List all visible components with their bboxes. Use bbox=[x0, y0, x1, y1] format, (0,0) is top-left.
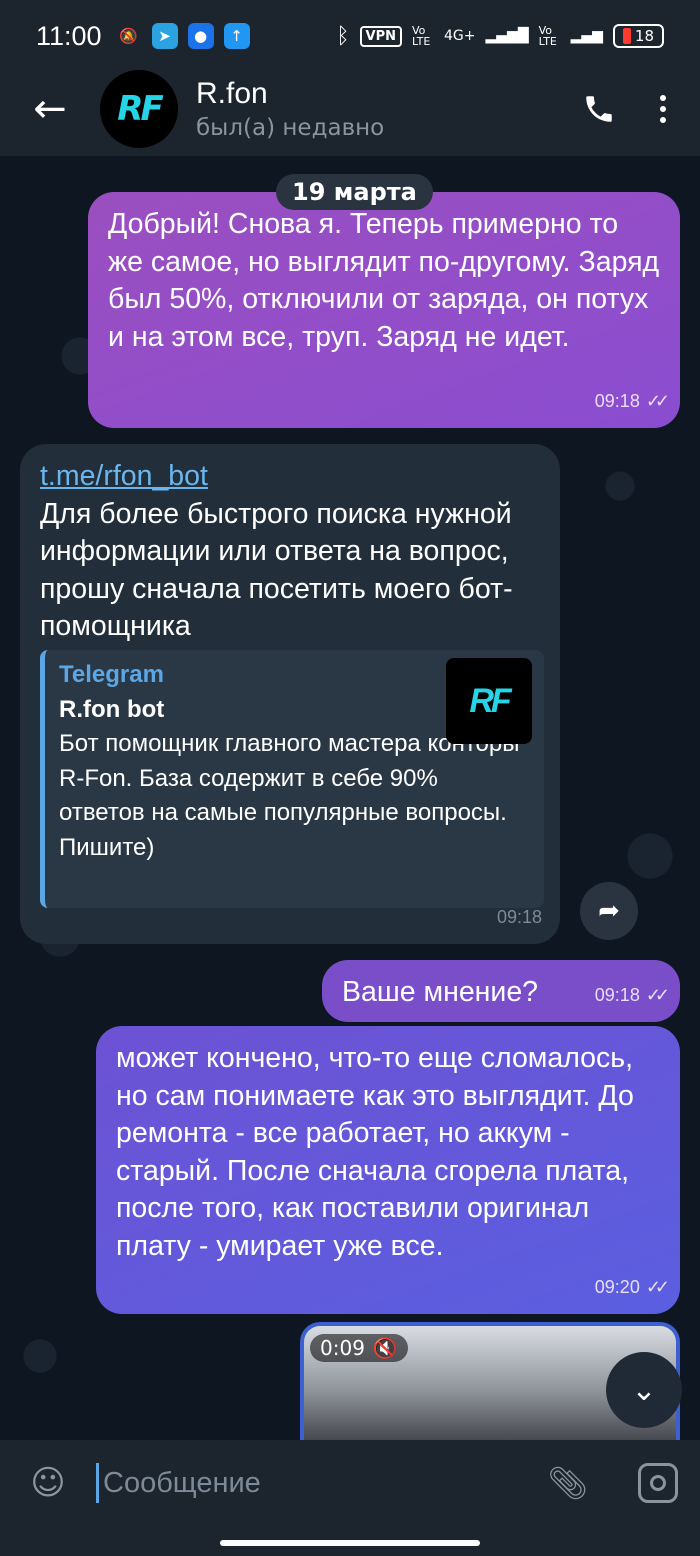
read-checkmarks-icon: ✓✓ bbox=[645, 390, 670, 411]
contact-info[interactable]: R.fon был(а) недавно bbox=[196, 77, 384, 141]
outgoing-message[interactable]: может кончено, что-то еще сломалось, но … bbox=[96, 1026, 680, 1314]
attach-paperclip-icon[interactable]: 📎︎ bbox=[547, 1464, 588, 1502]
avatar[interactable]: RF bbox=[100, 70, 178, 148]
message-meta: 09:20 ✓✓ bbox=[594, 1269, 670, 1307]
vpn-badge: VPN bbox=[359, 25, 403, 47]
emoji-icon[interactable]: ☺ bbox=[0, 1463, 96, 1503]
read-checkmarks-icon: ✓✓ bbox=[645, 1276, 670, 1297]
system-nav-bar bbox=[0, 1526, 700, 1556]
composer: ☺ 📎︎ bbox=[0, 1440, 700, 1526]
scroll-down-button[interactable]: ⌄ bbox=[606, 1352, 682, 1428]
message-time: 09:18 bbox=[496, 906, 542, 927]
message-time: 09:18 bbox=[594, 984, 640, 1005]
phone-icon[interactable] bbox=[582, 92, 616, 126]
battery-percent: 18 bbox=[634, 27, 654, 45]
preview-description: Бот помощник главного мастера конторы R-… bbox=[59, 730, 520, 861]
contact-name: R.fon bbox=[196, 77, 268, 110]
message-text: Ваше мнение? bbox=[342, 976, 539, 1008]
signal-icon: ▂▄▆█ bbox=[485, 28, 529, 44]
messages-icon: ● bbox=[187, 23, 214, 49]
signal-icon-2: ▂▄▆ bbox=[570, 28, 603, 44]
outgoing-message[interactable]: Ваше мнение? 09:18 ✓✓ bbox=[322, 960, 680, 1022]
video-duration-badge[interactable]: 0:09 🔇 bbox=[310, 1334, 408, 1362]
battery-level bbox=[622, 28, 631, 44]
message-text: Для более быстрого поиска нужной информа… bbox=[40, 497, 513, 643]
message-text: Добрый! Снова я. Теперь примерно то же с… bbox=[108, 208, 660, 353]
camera-icon[interactable] bbox=[638, 1463, 678, 1503]
link-preview[interactable]: Telegram R.fon bot Бот помощник главного… bbox=[40, 650, 544, 908]
upload-icon: ↑ bbox=[223, 23, 250, 49]
message-input[interactable] bbox=[96, 1463, 528, 1503]
mute-icon: 🔕 bbox=[119, 27, 138, 45]
message-list[interactable]: 19 марта Добрый! Снова я. Теперь примерн… bbox=[0, 156, 700, 1440]
telegram-icon: ➤ bbox=[151, 23, 178, 49]
battery-icon: 18 bbox=[612, 24, 664, 48]
chat-header: ← RF R.fon был(а) недавно bbox=[0, 62, 700, 156]
muted-speaker-icon: 🔇 bbox=[372, 1336, 398, 1360]
network-label-1: Vo LTE bbox=[412, 24, 431, 48]
video-duration: 0:09 bbox=[320, 1336, 365, 1360]
bot-link[interactable]: t.me/rfon_bot bbox=[40, 458, 540, 496]
home-gesture-handle[interactable] bbox=[220, 1540, 480, 1546]
network-label-2: 4G+ bbox=[444, 28, 476, 44]
forward-arrow-icon: ➦ bbox=[598, 896, 620, 926]
date-separator: 19 марта bbox=[276, 174, 433, 210]
more-menu-icon[interactable] bbox=[660, 95, 666, 123]
back-arrow-icon[interactable]: ← bbox=[0, 62, 100, 156]
forward-button[interactable]: ➦ bbox=[580, 882, 638, 940]
message-meta: 09:18 ✓✓ bbox=[594, 383, 670, 421]
message-text: может кончено, что-то еще сломалось, но … bbox=[116, 1042, 634, 1262]
outgoing-message[interactable]: Добрый! Снова я. Теперь примерно то же с… bbox=[88, 192, 680, 428]
incoming-message[interactable]: t.me/rfon_bot Для более быстрого поиска … bbox=[20, 444, 560, 944]
clock: 11:00 bbox=[36, 20, 102, 51]
network-label-3: Vo LTE bbox=[538, 24, 557, 48]
message-time: 09:18 bbox=[594, 390, 640, 411]
chevron-down-icon: ⌄ bbox=[631, 1372, 657, 1408]
preview-thumbnail: RF bbox=[446, 658, 532, 744]
bluetooth-icon: ᛒ bbox=[336, 23, 350, 49]
message-time: 09:20 bbox=[594, 1276, 640, 1297]
contact-status: был(а) недавно bbox=[196, 115, 385, 141]
message-meta: 09:18 ✓✓ bbox=[594, 977, 670, 1015]
read-checkmarks-icon: ✓✓ bbox=[645, 984, 670, 1005]
